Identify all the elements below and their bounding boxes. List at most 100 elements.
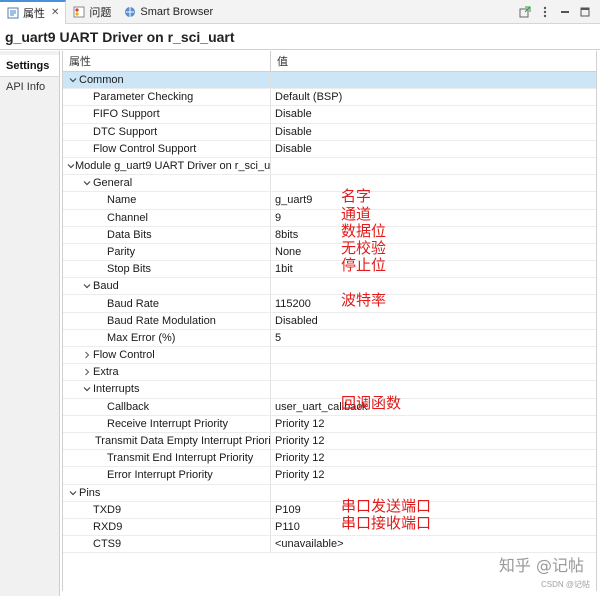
property-value[interactable]: 8bits (271, 227, 596, 243)
property-value[interactable]: Disable (271, 141, 596, 157)
chevron-down-icon[interactable] (67, 74, 79, 86)
chevron-down-icon[interactable] (81, 177, 93, 189)
property-value[interactable]: <unavailable> (271, 536, 596, 552)
property-value[interactable]: 1bit (271, 261, 596, 277)
property-cell: Channel (63, 209, 271, 226)
tab-properties[interactable]: 属性 ✕ (0, 0, 67, 24)
table-row[interactable]: Error Interrupt Priority Priority 12 (63, 467, 596, 485)
chevron-right-icon[interactable] (81, 349, 93, 361)
property-cell: Parameter Checking (63, 89, 271, 106)
property-label: Baud (93, 280, 119, 293)
property-value[interactable]: Priority 12 (271, 416, 596, 432)
property-value[interactable]: 9 (271, 210, 596, 226)
table-row[interactable]: Data Bits 8bits (63, 226, 596, 244)
nav-item-settings[interactable]: Settings (0, 55, 59, 77)
chevron-down-icon[interactable] (81, 280, 93, 292)
property-cell: TXD9 (63, 501, 271, 518)
annotation-note: 通道 (341, 204, 372, 223)
nav-item-api-info[interactable]: API Info (0, 77, 59, 97)
close-icon[interactable]: ✕ (51, 7, 59, 18)
table-row[interactable]: Baud Rate Modulation Disabled (63, 312, 596, 330)
table-row[interactable]: Interrupts (63, 381, 596, 399)
table-row[interactable]: Receive Interrupt Priority Priority 12 (63, 415, 596, 433)
property-value[interactable]: Default (BSP) (271, 89, 596, 105)
tab-problems[interactable]: 问题 (66, 0, 117, 24)
property-value[interactable]: 115200 (271, 295, 596, 311)
chevron-down-icon[interactable] (67, 487, 79, 499)
property-cell: Transmit Data Empty Interrupt Priority (63, 432, 271, 450)
column-header-value[interactable]: 值 (271, 51, 288, 71)
property-label: Baud Rate Modulation (107, 314, 216, 327)
table-row[interactable]: Transmit Data Empty Interrupt Priority Pr… (63, 432, 596, 451)
maximize-icon[interactable] (578, 5, 592, 19)
property-value[interactable]: Priority 12 (271, 433, 596, 449)
property-value[interactable]: Disabled (271, 313, 596, 329)
chevron-right-icon[interactable] (81, 366, 93, 378)
table-row[interactable]: CTS9 <unavailable> (63, 536, 596, 554)
property-value[interactable]: Disable (271, 124, 596, 140)
property-value[interactable]: None (271, 244, 596, 260)
property-value (271, 381, 596, 397)
table-row[interactable]: Max Error (%) 5 (63, 329, 596, 347)
table-row[interactable]: Pins (63, 484, 596, 502)
property-value[interactable]: Priority 12 (271, 467, 596, 483)
property-cell: Common (63, 72, 271, 89)
property-label: Transmit Data Empty Interrupt Priority (95, 435, 271, 448)
chevron-down-icon[interactable] (67, 160, 75, 172)
property-value[interactable]: Priority 12 (271, 450, 596, 466)
property-label: TXD9 (93, 503, 122, 516)
table-row[interactable]: Common (63, 72, 596, 90)
table-body: Common Parameter Checking Default (BSP) FIF… (63, 72, 596, 554)
table-row[interactable]: Module g_uart9 UART Driver on r_sci_uart (63, 157, 596, 176)
credit-text: CSDN @记帖 (540, 580, 590, 589)
table-row[interactable]: General (63, 175, 596, 193)
property-label: Stop Bits (107, 263, 152, 276)
property-label: CTS9 (93, 538, 122, 551)
table-row[interactable]: Stop Bits 1bit (63, 261, 596, 279)
table-row[interactable]: Baud Rate 115200 (63, 295, 596, 313)
table-row[interactable]: Baud (63, 278, 596, 296)
property-value[interactable]: P109 (271, 502, 596, 518)
table-row[interactable]: Transmit End Interrupt Priority Priority … (63, 450, 596, 468)
property-value[interactable]: g_uart9 (271, 192, 596, 208)
tab-properties-label: 属性 (23, 7, 45, 20)
property-value[interactable]: user_uart_callback (271, 399, 596, 415)
property-label: RXD9 (93, 520, 123, 533)
table-row[interactable]: Flow Control (63, 347, 596, 365)
table-row[interactable]: Parity None (63, 243, 596, 262)
minimize-icon[interactable] (558, 5, 572, 19)
property-cell: FIFO Support (63, 106, 271, 123)
table-row[interactable]: DTC Support Disable (63, 123, 596, 141)
table-row[interactable]: Flow Control Support Disable (63, 140, 596, 158)
property-value[interactable]: P110 (271, 519, 596, 535)
table-row[interactable]: FIFO Support Disable (63, 106, 596, 124)
table-row[interactable]: RXD9 P110 (63, 518, 596, 537)
property-table: 属性 值 Common Parameter Checking Default (BS… (62, 51, 597, 591)
property-cell: Parity (63, 243, 271, 261)
table-row[interactable]: Parameter Checking Default (BSP) (63, 89, 596, 107)
open-in-new-icon[interactable] (518, 5, 532, 19)
table-row[interactable]: Channel 9 (63, 209, 596, 227)
property-label: Data Bits (107, 228, 152, 241)
tab-smart-browser[interactable]: Smart Browser (117, 0, 219, 24)
property-cell: RXD9 (63, 518, 271, 536)
table-row[interactable]: Extra (63, 364, 596, 382)
chevron-down-icon[interactable] (81, 383, 93, 395)
property-cell: Stop Bits (63, 261, 271, 278)
column-header-property[interactable]: 属性 (63, 51, 271, 71)
property-value[interactable]: 5 (271, 330, 596, 346)
table-row[interactable]: Name g_uart9 (63, 192, 596, 210)
property-label: Parity (107, 245, 136, 258)
property-cell: CTS9 (63, 536, 271, 553)
table-row[interactable]: Callback user_uart_callback (63, 398, 596, 416)
property-value[interactable]: Disable (271, 106, 596, 122)
property-cell: Receive Interrupt Priority (63, 415, 271, 432)
property-label: Pins (79, 486, 101, 499)
table-row[interactable]: TXD9 P109 (63, 501, 596, 519)
view-menu-icon[interactable] (538, 5, 552, 19)
